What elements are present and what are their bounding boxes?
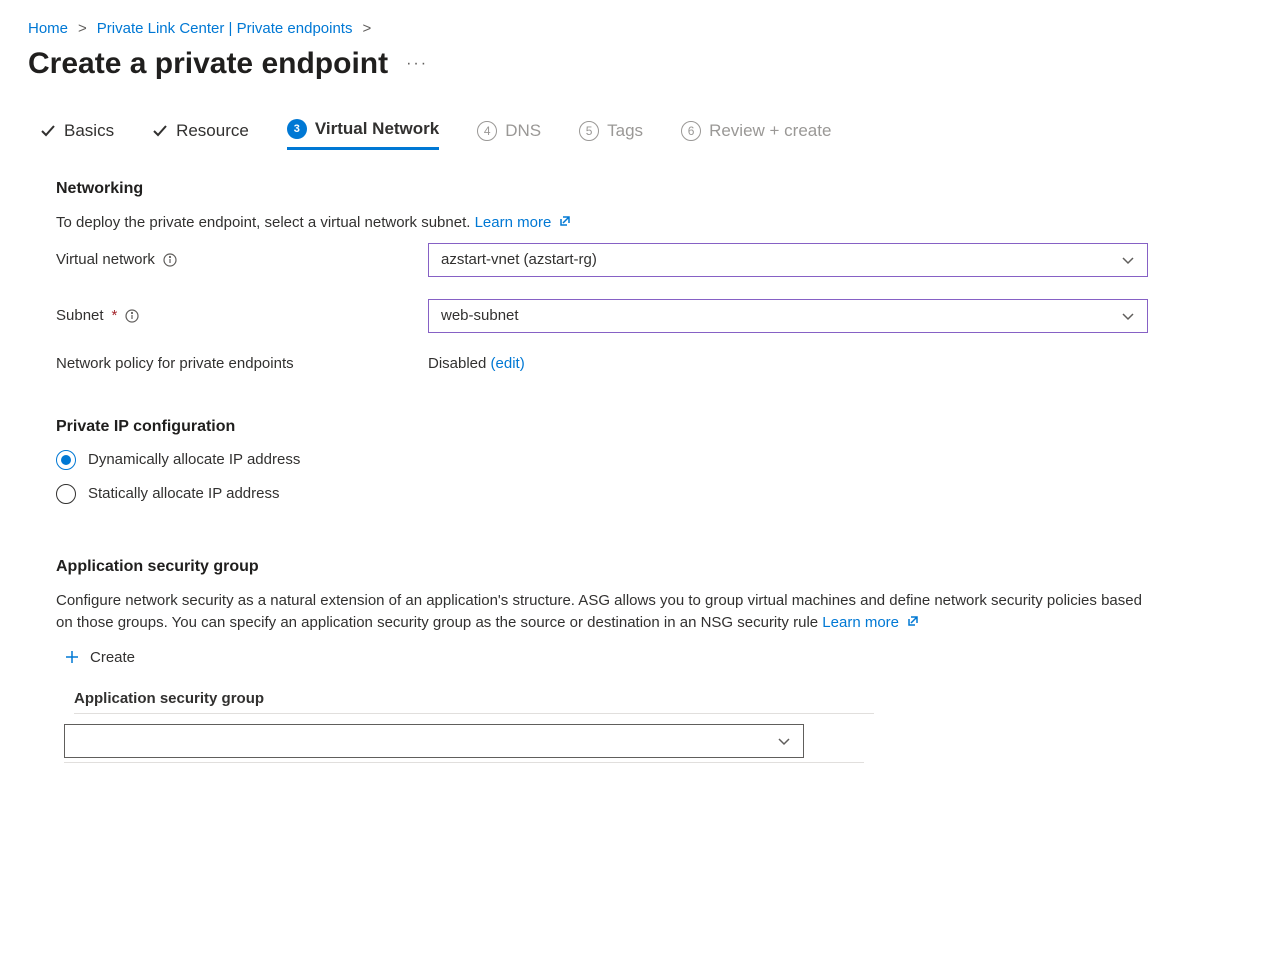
create-label: Create bbox=[90, 649, 135, 666]
asg-heading: Application security group bbox=[56, 558, 1156, 576]
tab-label: DNS bbox=[505, 121, 541, 141]
chevron-down-icon bbox=[777, 734, 791, 748]
subnet-select[interactable]: web-subnet bbox=[428, 299, 1148, 333]
chevron-right-icon: > bbox=[362, 20, 371, 37]
chevron-down-icon bbox=[1121, 253, 1135, 267]
breadcrumb: Home > Private Link Center | Private end… bbox=[28, 20, 1252, 37]
edit-policy-link[interactable]: (edit) bbox=[491, 355, 525, 372]
info-icon[interactable] bbox=[163, 253, 177, 267]
external-link-icon bbox=[907, 612, 919, 635]
tab-label: Basics bbox=[64, 121, 114, 141]
tab-basics[interactable]: Basics bbox=[40, 121, 114, 149]
tab-label: Virtual Network bbox=[315, 119, 439, 139]
tab-label: Resource bbox=[176, 121, 249, 141]
required-indicator: * bbox=[112, 307, 118, 324]
more-actions-icon[interactable]: ··· bbox=[406, 55, 428, 73]
create-asg-button[interactable]: Create bbox=[64, 649, 135, 666]
ip-config-heading: Private IP configuration bbox=[56, 418, 1156, 436]
ip-allocation-radio-group: Dynamically allocate IP address Statical… bbox=[56, 450, 1156, 504]
breadcrumb-home[interactable]: Home bbox=[28, 20, 68, 37]
chevron-down-icon bbox=[1121, 309, 1135, 323]
subnet-label: Subnet * bbox=[56, 307, 428, 324]
network-policy-value: Disabled (edit) bbox=[428, 355, 525, 372]
tab-label: Tags bbox=[607, 121, 643, 141]
breadcrumb-private-link-center[interactable]: Private Link Center | Private endpoints bbox=[97, 20, 353, 37]
radio-button-icon bbox=[56, 484, 76, 504]
tab-virtual-network[interactable]: 3 Virtual Network bbox=[287, 119, 439, 150]
radio-label: Dynamically allocate IP address bbox=[88, 451, 300, 468]
radio-button-icon bbox=[56, 450, 76, 470]
step-number-badge: 6 bbox=[681, 121, 701, 141]
virtual-network-select[interactable]: azstart-vnet (azstart-rg) bbox=[428, 243, 1148, 277]
check-icon bbox=[40, 123, 56, 139]
virtual-network-label: Virtual network bbox=[56, 251, 428, 268]
info-icon[interactable] bbox=[125, 309, 139, 323]
external-link-icon bbox=[559, 212, 571, 235]
network-policy-label: Network policy for private endpoints bbox=[56, 355, 428, 372]
radio-dynamic-ip[interactable]: Dynamically allocate IP address bbox=[56, 450, 1156, 470]
tab-resource[interactable]: Resource bbox=[152, 121, 249, 149]
asg-description: Configure network security as a natural … bbox=[56, 590, 1156, 635]
asg-column-header: Application security group bbox=[74, 690, 874, 714]
networking-heading: Networking bbox=[56, 180, 1156, 198]
radio-label: Statically allocate IP address bbox=[88, 485, 280, 502]
plus-icon bbox=[64, 649, 80, 665]
radio-static-ip[interactable]: Statically allocate IP address bbox=[56, 484, 1156, 504]
learn-more-link[interactable]: Learn more bbox=[822, 614, 919, 631]
select-value: web-subnet bbox=[441, 307, 519, 324]
step-number-badge: 4 bbox=[477, 121, 497, 141]
tab-review-create[interactable]: 6 Review + create bbox=[681, 121, 831, 149]
asg-select[interactable] bbox=[64, 724, 804, 758]
tab-dns[interactable]: 4 DNS bbox=[477, 121, 541, 149]
chevron-right-icon: > bbox=[78, 20, 87, 37]
learn-more-link[interactable]: Learn more bbox=[475, 214, 572, 231]
tab-tags[interactable]: 5 Tags bbox=[579, 121, 643, 149]
networking-description: To deploy the private endpoint, select a… bbox=[56, 212, 1156, 235]
select-value: azstart-vnet (azstart-rg) bbox=[441, 251, 597, 268]
tab-label: Review + create bbox=[709, 121, 831, 141]
wizard-tabs: Basics Resource 3 Virtual Network 4 DNS … bbox=[40, 119, 1252, 150]
page-title: Create a private endpoint bbox=[28, 47, 388, 81]
step-number-badge: 5 bbox=[579, 121, 599, 141]
check-icon bbox=[152, 123, 168, 139]
step-number-badge: 3 bbox=[287, 119, 307, 139]
